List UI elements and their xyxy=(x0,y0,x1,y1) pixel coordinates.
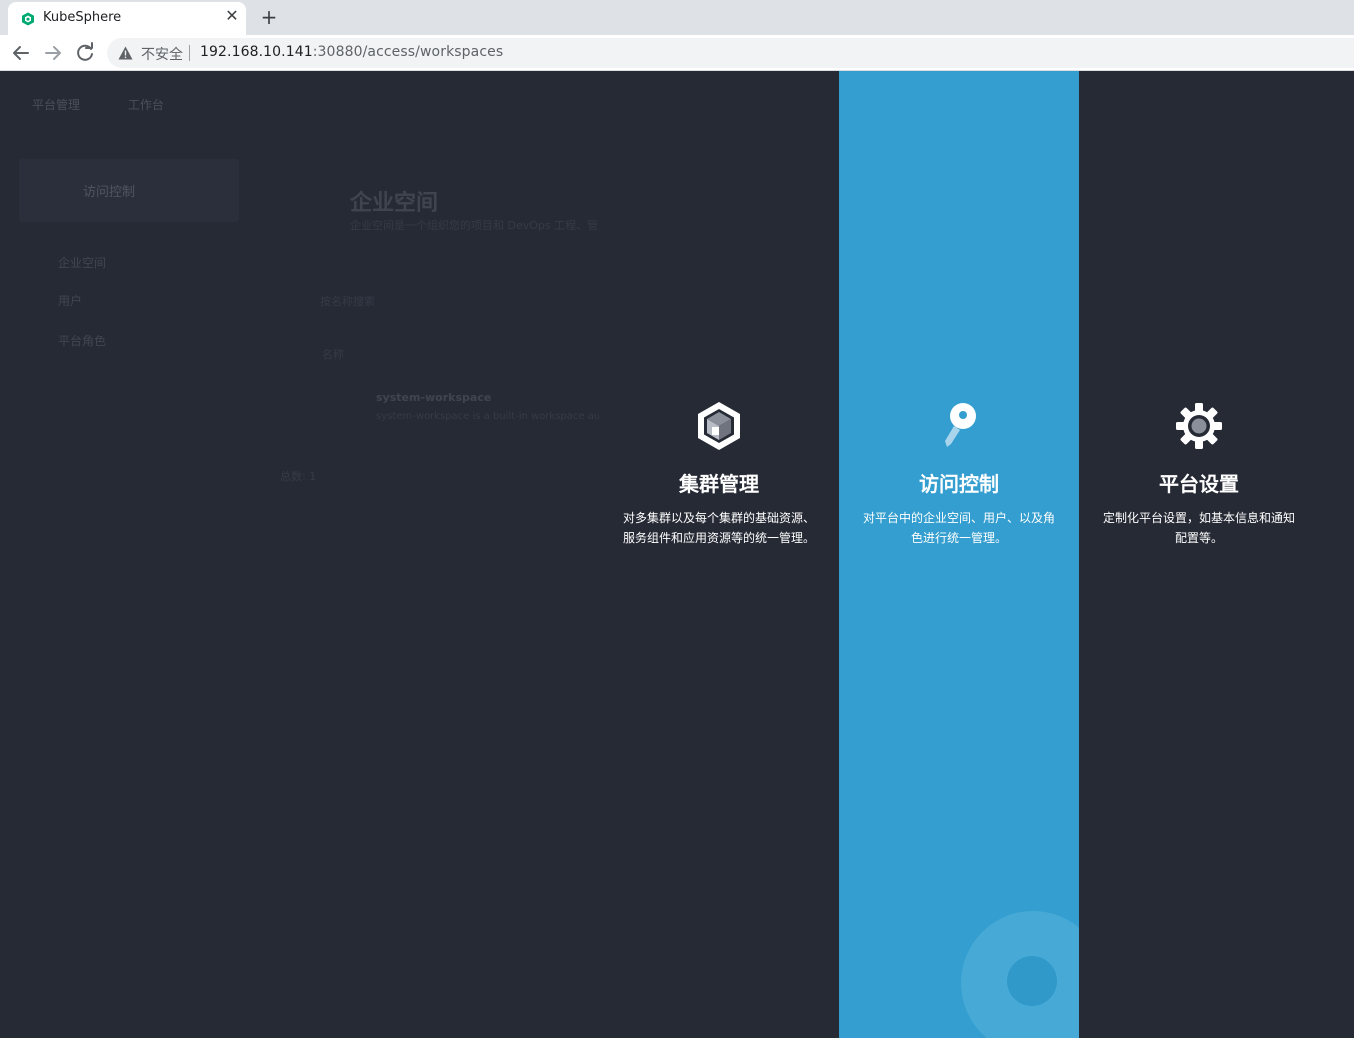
reload-icon[interactable] xyxy=(72,40,98,66)
url-text[interactable]: 192.168.10.141:30880/access/workspaces xyxy=(200,44,503,60)
cluster-management-title: 集群管理 xyxy=(679,472,759,496)
kubesphere-favicon-icon xyxy=(22,12,34,26)
browser-tab[interactable]: KubeSphere ✕ xyxy=(8,2,246,35)
gear-icon xyxy=(1176,403,1222,449)
access-control-panel[interactable]: 访问控制 对平台中的企业空间、用户、以及角色进行统一管理。 xyxy=(839,71,1079,1038)
url-path: :30880/access/workspaces xyxy=(312,44,504,60)
platform-settings-title: 平台设置 xyxy=(1159,472,1239,496)
platform-settings-description: 定制化平台设置，如基本信息和通知配置等。 xyxy=(1102,511,1295,545)
browser-toolbar: 不安全 192.168.10.141:30880/access/workspac… xyxy=(0,35,1354,71)
access-control-title: 访问控制 xyxy=(919,472,999,496)
browser-tab-strip: KubeSphere ✕ + xyxy=(0,0,1354,35)
address-bar[interactable]: 不安全 192.168.10.141:30880/access/workspac… xyxy=(107,38,1354,68)
security-status-label[interactable]: 不安全 xyxy=(141,44,183,64)
access-control-description: 对平台中的企业空间、用户、以及角色进行统一管理。 xyxy=(862,511,1055,545)
forward-arrow-icon[interactable] xyxy=(40,40,66,66)
platform-settings-panel[interactable]: 平台设置 定制化平台设置，如基本信息和通知配置等。 xyxy=(1079,71,1319,1038)
new-tab-button[interactable]: + xyxy=(258,6,280,28)
cluster-management-panel[interactable]: 集群管理 对多集群以及每个集群的基础资源、服务组件和应用资源等的统一管理。 xyxy=(599,71,839,1038)
tab-title: KubeSphere xyxy=(43,10,122,25)
address-separator xyxy=(189,45,190,61)
url-host: 192.168.10.141 xyxy=(200,44,313,60)
platform-menu-overlay: 集群管理 对多集群以及每个集群的基础资源、服务组件和应用资源等的统一管理。 访问… xyxy=(0,71,1354,1038)
key-icon xyxy=(945,403,976,447)
cluster-cube-icon xyxy=(698,402,740,450)
tab-close-icon[interactable]: ✕ xyxy=(223,7,241,25)
cluster-management-description: 对多集群以及每个集群的基础资源、服务组件和应用资源等的统一管理。 xyxy=(622,511,815,545)
back-arrow-icon[interactable] xyxy=(8,40,34,66)
page-content: 平台管理 工作台 访问控制 企业空间 用户 平台角色 企业空间 企业空间是一个组… xyxy=(0,71,1354,1038)
warning-triangle-icon[interactable] xyxy=(118,46,133,60)
decorative-dot xyxy=(1007,956,1057,1006)
